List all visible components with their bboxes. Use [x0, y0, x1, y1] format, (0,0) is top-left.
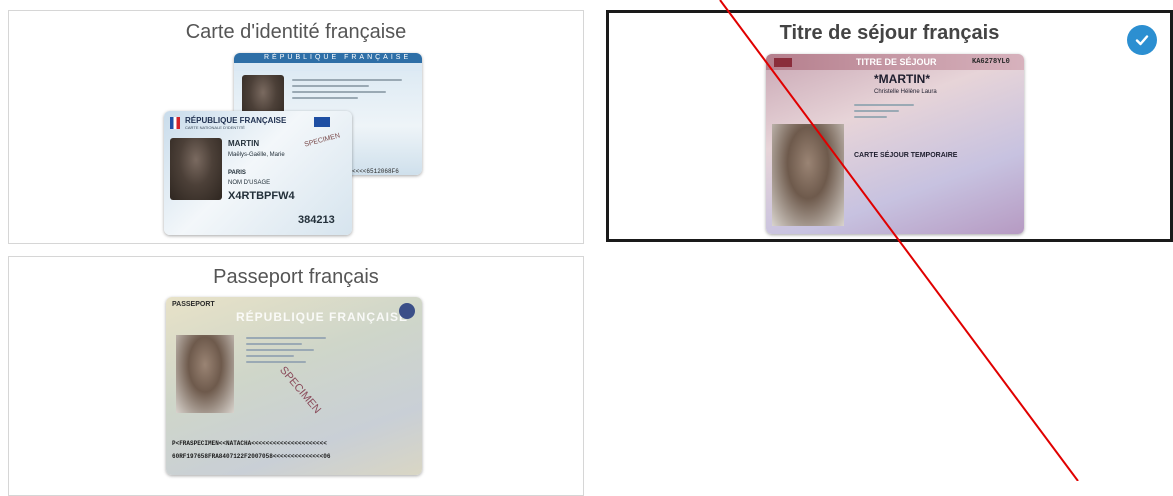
residence-permit-image: TITRE DE SÉJOUR KA6278YL0 *MARTIN* Chris… [766, 54, 1024, 234]
selected-check-icon [1127, 25, 1157, 55]
card-title: Passeport français [213, 266, 379, 288]
id-card-image: RÉPUBLIQUE FRANÇAISE RÉPUBLIQUE FRANÇAIS… [164, 51, 424, 241]
document-card-passport[interactable]: Passeport français PASSEPORT RÉPUBLIQUE … [8, 256, 584, 496]
passport-image: PASSEPORT RÉPUBLIQUE FRANÇAISE SPECIMEN … [166, 297, 422, 475]
document-card-id-card[interactable]: Carte d'identité française RÉPUBLIQUE FR… [8, 10, 584, 244]
card-title: Titre de séjour français [779, 22, 1000, 44]
document-card-residence-permit[interactable]: Titre de séjour français TITRE DE SÉJOUR… [606, 10, 1173, 242]
card-title: Carte d'identité française [185, 21, 407, 43]
